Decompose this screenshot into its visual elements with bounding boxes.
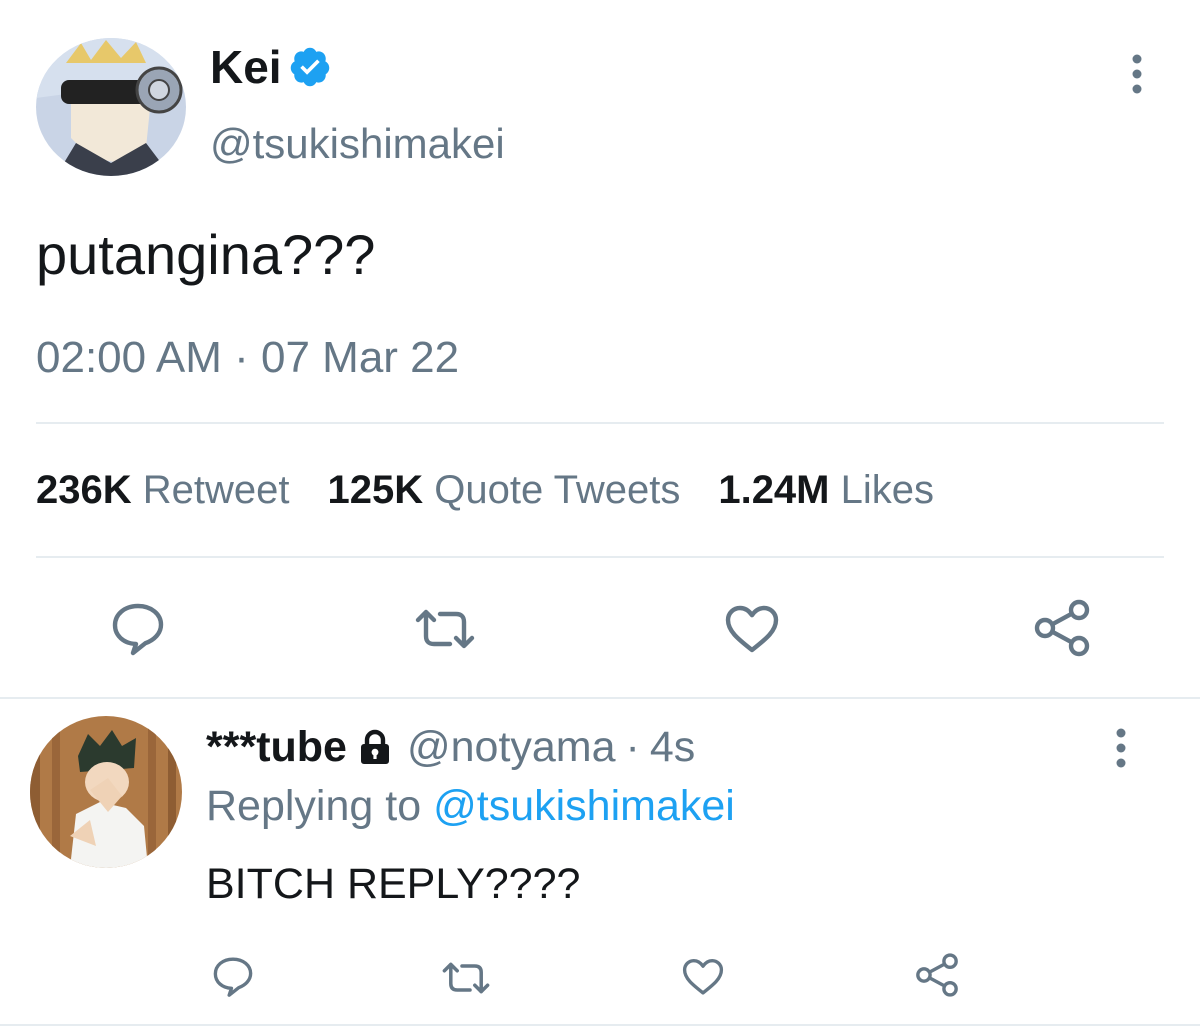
likes-count: 1.24M [718, 468, 830, 512]
retweet-count: 236K [36, 468, 132, 512]
likes-stat[interactable]: 1.24M Likes [718, 468, 934, 513]
reply-age[interactable]: 4s [650, 723, 695, 772]
reply-icon[interactable] [210, 954, 256, 998]
quote-count: 125K [327, 468, 424, 512]
reply-more-options-icon[interactable] [1108, 726, 1134, 770]
quote-stat[interactable]: 125K Quote Tweets [328, 468, 681, 513]
likes-label: Likes [840, 468, 935, 512]
thread-divider [0, 697, 1200, 699]
tweet-text: putangina??? [36, 223, 376, 286]
quote-label: Quote Tweets [434, 468, 681, 512]
replying-handle-link[interactable]: @tsukishimakei [433, 782, 735, 830]
retweet-stat[interactable]: 236K Retweet [36, 468, 290, 513]
meta-separator: · [625, 722, 640, 771]
reply-author-display-name[interactable]: ***tube [206, 723, 347, 772]
lock-icon [355, 727, 395, 767]
author-handle[interactable]: @tsukishimakei [210, 120, 505, 168]
bottom-divider [0, 1024, 1200, 1026]
author-avatar[interactable] [36, 38, 186, 176]
reply-icon[interactable] [108, 600, 168, 656]
replying-prefix: Replying to [206, 782, 422, 830]
divider [36, 556, 1164, 558]
tweet-stats: 236K Retweet 125K Quote Tweets 1.24M Lik… [36, 468, 934, 513]
like-icon[interactable] [680, 954, 726, 998]
divider [36, 422, 1164, 424]
verified-badge-icon [288, 45, 332, 89]
retweet-label: Retweet [142, 468, 290, 512]
retweet-icon[interactable] [410, 604, 480, 654]
reply-author-avatar[interactable] [30, 716, 182, 868]
tweet-timestamp[interactable]: 02:00 AM · 07 Mar 22 [36, 333, 459, 383]
like-icon[interactable] [722, 600, 782, 656]
share-icon[interactable] [914, 952, 960, 998]
more-options-icon[interactable] [1124, 52, 1150, 96]
share-icon[interactable] [1032, 598, 1092, 658]
replying-to: Replying to @tsukishimakei [206, 782, 735, 831]
reply-text: BITCH REPLY???? [206, 860, 581, 908]
reply-author-handle[interactable]: @notyama [407, 723, 616, 772]
author-display-name[interactable]: Kei [210, 40, 282, 94]
retweet-icon[interactable] [438, 958, 494, 998]
